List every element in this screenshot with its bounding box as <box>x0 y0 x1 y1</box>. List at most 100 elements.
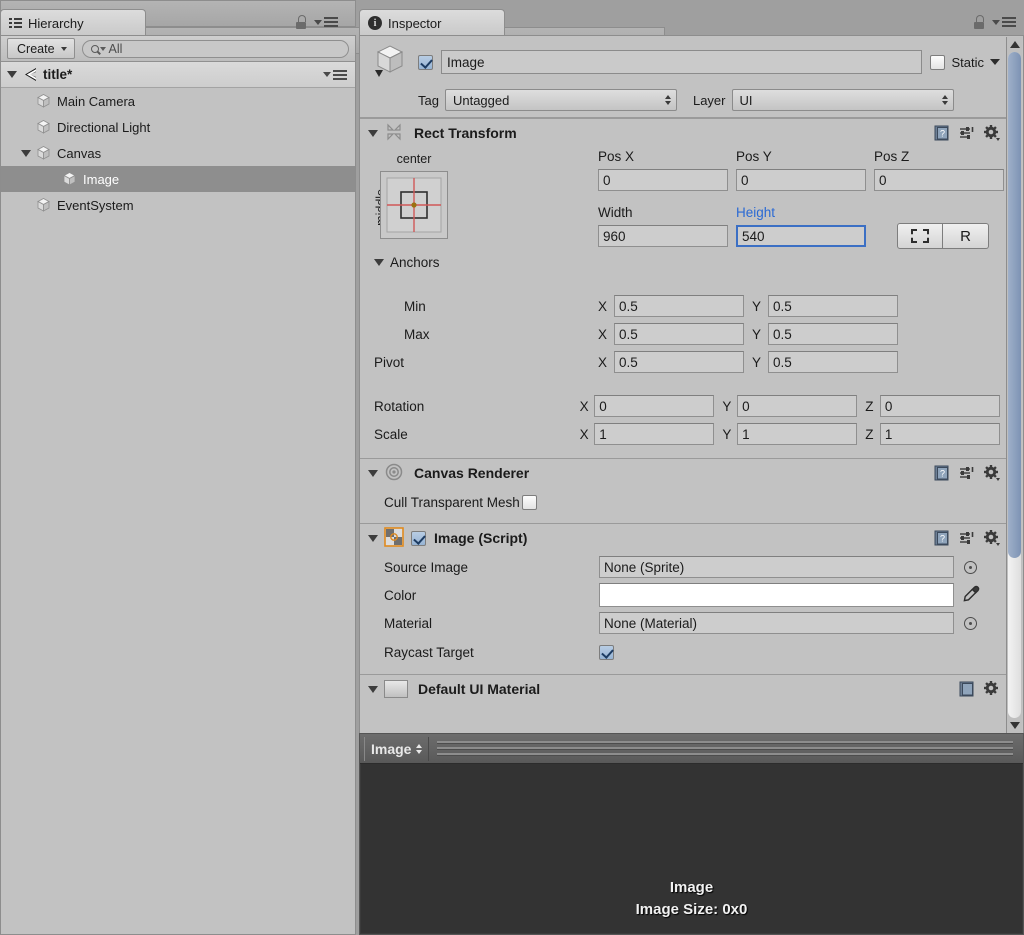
rotation-x-field[interactable]: 0 <box>594 395 715 417</box>
scene-menu-icon[interactable] <box>323 69 347 80</box>
hierarchy-item-image[interactable]: Image <box>1 166 355 192</box>
static-checkbox[interactable] <box>930 54 946 70</box>
scale-x-field[interactable]: 1 <box>594 423 715 445</box>
hierarchy-item-eventsystem[interactable]: EventSystem <box>1 192 355 218</box>
min-x-field[interactable]: 0.5 <box>614 295 744 317</box>
preview-title-dropdown[interactable]: Image <box>364 736 430 761</box>
hierarchy-toolbar: Create All <box>1 36 355 62</box>
preview-toolbar: Image <box>360 734 1023 764</box>
component-title: Canvas Renderer <box>414 465 530 481</box>
pivot-y-field[interactable]: 0.5 <box>768 351 898 373</box>
help-book-icon[interactable]: ? <box>934 465 950 481</box>
component-header-rect-transform[interactable]: Rect Transform ? <box>360 118 1008 147</box>
raw-edit-mode-button[interactable]: R <box>943 223 989 249</box>
hierarchy-item-directional-light[interactable]: Directional Light <box>1 114 355 140</box>
min-y-field[interactable]: 0.5 <box>768 295 898 317</box>
preset-icon[interactable] <box>959 466 975 480</box>
tab-inspector[interactable]: i Inspector <box>359 9 505 36</box>
gear-icon[interactable] <box>984 125 1000 141</box>
disclosure-triangle-icon[interactable] <box>374 259 384 266</box>
gameobject-cube-icon <box>61 171 78 188</box>
object-picker-icon[interactable] <box>964 616 977 630</box>
anchor-preset-widget[interactable] <box>380 171 448 239</box>
source-image-field[interactable]: None (Sprite) <box>599 556 954 578</box>
disclosure-triangle-icon[interactable] <box>7 71 17 78</box>
scrollbar-thumb[interactable] <box>1008 52 1021 559</box>
updown-icon <box>664 95 671 105</box>
inspector-scrollbar[interactable] <box>1006 37 1022 733</box>
gameobject-enabled-checkbox[interactable] <box>418 54 433 70</box>
rect-row-label: Scale <box>374 426 408 442</box>
raycast-target-label: Raycast Target <box>384 644 474 660</box>
help-book-icon[interactable] <box>959 681 975 697</box>
preview-panel: Image Image Image Size: 0x0 <box>359 733 1024 935</box>
lock-icon[interactable] <box>295 15 307 29</box>
cull-transparent-mesh-checkbox[interactable] <box>521 494 537 510</box>
disclosure-triangle-icon[interactable] <box>368 129 378 137</box>
help-book-icon[interactable]: ? <box>934 530 950 546</box>
blueprint-mode-button[interactable] <box>897 223 943 249</box>
preset-icon[interactable] <box>959 126 975 140</box>
height-field[interactable]: 540 <box>736 225 866 247</box>
chevron-down-icon[interactable] <box>990 59 1000 65</box>
tab-hierarchy[interactable]: Hierarchy <box>0 9 146 36</box>
preview-drag-handle[interactable] <box>437 741 1019 756</box>
scroll-up-arrow-icon[interactable] <box>1007 37 1022 52</box>
object-picker-icon[interactable] <box>964 560 977 574</box>
create-button[interactable]: Create <box>7 38 75 59</box>
gameobject-name-field[interactable]: Image <box>441 50 923 74</box>
disclosure-triangle-icon[interactable] <box>368 534 378 542</box>
inspector-scroll-content: Image Static Tag Untagged Layer UI Rect … <box>360 36 1008 734</box>
scrollbar-track[interactable] <box>1008 52 1021 718</box>
scale-z-field[interactable]: 1 <box>879 423 1000 445</box>
disclosure-triangle-icon[interactable] <box>368 685 378 693</box>
disclosure-triangle-icon[interactable] <box>21 149 31 157</box>
material-field[interactable]: None (Material) <box>599 612 954 634</box>
menu-icon[interactable] <box>992 17 1016 27</box>
help-book-icon[interactable]: ? <box>934 125 950 141</box>
raycast-target-checkbox[interactable] <box>599 644 614 660</box>
pos-x-field[interactable]: 0 <box>598 169 728 191</box>
scroll-down-arrow-icon[interactable] <box>1007 718 1022 733</box>
component-title: Image (Script) <box>434 530 528 546</box>
scale-y-value: 1 <box>742 426 750 442</box>
rect-row-rotation: Rotation X 0 Y 0 Z 0 <box>360 392 1008 420</box>
layer-dropdown[interactable]: UI <box>731 89 954 111</box>
rotation-z-field[interactable]: 0 <box>879 395 1000 417</box>
axis-label-y: Y <box>752 298 762 314</box>
rotation-y-field[interactable]: 0 <box>737 395 858 417</box>
hierarchy-item-main-camera[interactable]: Main Camera <box>1 88 355 114</box>
hierarchy-tree: Main Camera Directional Light Canvas Image E… <box>1 88 355 218</box>
component-header-image-script[interactable]: Image (Script) ? <box>360 523 1008 552</box>
anchors-disclosure[interactable]: Anchors <box>374 255 440 270</box>
search-input[interactable]: All <box>81 39 349 58</box>
pos-z-field[interactable]: 0 <box>874 169 1004 191</box>
gear-icon[interactable] <box>984 681 1000 697</box>
gameobject-cube-icon <box>35 145 52 162</box>
pos-y-field[interactable]: 0 <box>736 169 866 191</box>
gear-icon[interactable] <box>984 465 1000 481</box>
tag-dropdown[interactable]: Untagged <box>444 89 677 111</box>
max-x-field[interactable]: 0.5 <box>614 323 744 345</box>
column-header-pos-z: Pos Z <box>874 149 910 164</box>
width-field[interactable]: 960 <box>598 225 728 247</box>
scale-y-field[interactable]: 1 <box>737 423 858 445</box>
preset-icon[interactable] <box>959 531 975 545</box>
color-swatch-field[interactable] <box>599 583 954 607</box>
disclosure-triangle-icon[interactable] <box>368 469 378 477</box>
menu-icon[interactable] <box>314 17 338 27</box>
source-image-value: None (Sprite) <box>604 559 685 575</box>
image-component-enabled-checkbox[interactable] <box>411 530 426 546</box>
lock-icon[interactable] <box>973 15 985 29</box>
tab-inspector-label: Inspector <box>388 15 442 31</box>
hierarchy-item-canvas[interactable]: Canvas <box>1 140 355 166</box>
gear-icon[interactable] <box>984 530 1000 546</box>
max-x-value: 0.5 <box>619 326 638 342</box>
component-header-canvas-renderer[interactable]: Canvas Renderer ? <box>360 458 1008 487</box>
max-y-field[interactable]: 0.5 <box>768 323 898 345</box>
scene-root-row[interactable]: title* <box>1 62 355 88</box>
pivot-x-field[interactable]: 0.5 <box>614 351 744 373</box>
component-header-default-ui-material[interactable]: Default UI Material <box>360 674 1008 703</box>
image-script-body: Source Image None (Sprite) Color Materia… <box>360 552 1008 668</box>
eyedropper-icon[interactable] <box>962 585 980 606</box>
